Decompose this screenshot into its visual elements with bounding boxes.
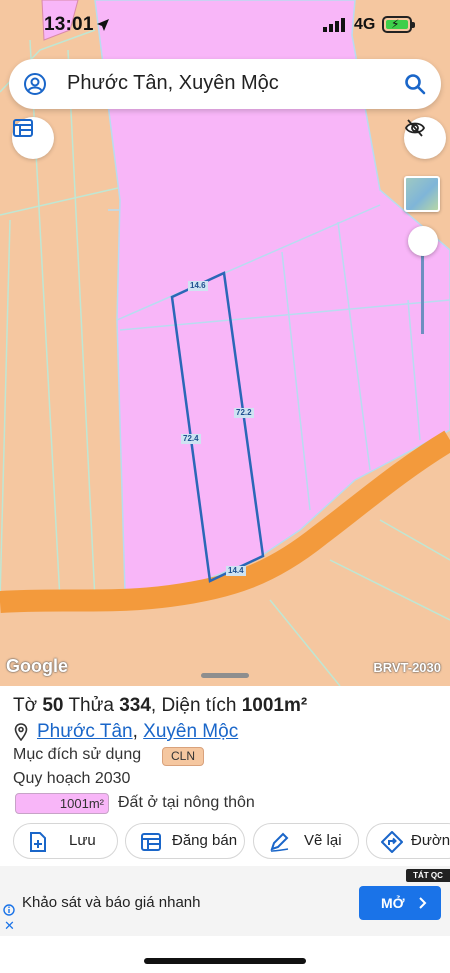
status-time: 13:01	[44, 14, 94, 35]
home-indicator	[144, 958, 306, 964]
post-listing-label: Đăng bán	[172, 832, 238, 849]
network-type: 4G	[354, 16, 376, 33]
layer-name-label: BRVT-2030	[373, 660, 441, 675]
directions-icon	[381, 831, 403, 853]
area-label: , Diện tích	[150, 695, 237, 716]
post-listing-icon	[141, 833, 161, 851]
directions-button[interactable]: Đường	[366, 823, 450, 859]
status-bar: 13:01 4G ⚡	[0, 0, 450, 54]
map-list-button[interactable]	[12, 117, 54, 159]
google-logo: Google	[6, 656, 68, 676]
ad-close-icon[interactable]: ✕	[4, 918, 15, 934]
directions-label: Đường	[411, 832, 450, 849]
save-button[interactable]: Lưu	[13, 823, 118, 859]
eye-off-icon	[404, 119, 426, 137]
action-bar: Lưu Đăng bán Vẽ lại Đường	[0, 823, 450, 863]
parcel-info-sheet[interactable]: Tờ 50 Thửa 334, Diện tích 1001m² Phước T…	[0, 673, 450, 973]
parcel-location: Phước Tân, Xuyên Mộc	[13, 721, 238, 743]
plan-land-use: Đất ở tại nông thôn	[118, 794, 255, 811]
sheet-number: 50	[42, 695, 64, 716]
land-purpose-badge: CLN	[162, 747, 205, 766]
parcel-title: Tờ 50 Thửa 334, Diện tích 1001m²	[13, 695, 307, 717]
save-button-label: Lưu	[69, 832, 96, 849]
location-arrow-icon	[97, 19, 109, 31]
opacity-slider-track[interactable]	[421, 252, 424, 334]
charging-bolt-icon: ⚡	[391, 17, 400, 31]
ad-text[interactable]: Khảo sát và báo giá nhanh	[22, 894, 200, 911]
edge-label-bottom: 14.4	[226, 566, 246, 576]
satellite-layer-thumbnail[interactable]	[404, 176, 440, 212]
search-icon[interactable]	[403, 72, 427, 96]
ad-info-icon[interactable]	[3, 904, 15, 916]
lot-label: Thửa	[68, 695, 114, 716]
save-plus-icon	[30, 832, 46, 852]
search-input[interactable]: Phước Tân, Xuyên Mộc	[67, 72, 279, 95]
hide-layer-button[interactable]	[404, 117, 446, 159]
location-separator: ,	[132, 721, 138, 742]
user-account-icon[interactable]	[23, 72, 47, 96]
ad-open-button[interactable]: MỞ	[359, 886, 441, 920]
post-listing-button[interactable]: Đăng bán	[125, 823, 245, 859]
table-grid-icon	[13, 119, 33, 137]
battery-icon: ⚡	[382, 16, 415, 33]
redraw-button[interactable]: Vẽ lại	[253, 823, 359, 859]
ad-banner[interactable]: TÁT QC Khảo sát và báo giá nhanh MỞ ✕	[0, 866, 450, 936]
redraw-icon	[270, 832, 289, 852]
ward-link[interactable]: Phước Tân	[37, 721, 133, 742]
opacity-slider-knob[interactable]	[408, 226, 438, 256]
location-pin-icon	[14, 723, 28, 741]
ad-tag: TÁT QC	[406, 869, 450, 882]
district-link[interactable]: Xuyên Mộc	[143, 721, 238, 742]
edge-label-right: 72.2	[234, 408, 254, 418]
edge-label-left: 72.4	[181, 434, 201, 444]
cellular-signal-icon	[323, 18, 345, 32]
land-purpose-label: Mục đích sử dụng	[13, 746, 142, 763]
lot-number: 334	[119, 695, 151, 716]
plan-area-chip: 1001m²	[15, 793, 109, 814]
chevron-right-icon	[419, 897, 427, 909]
parcel-area: 1001m²	[241, 695, 308, 716]
plan-label: Quy hoạch 2030	[13, 770, 131, 787]
redraw-label: Vẽ lại	[304, 832, 342, 849]
edge-label-top: 14.6	[188, 281, 208, 291]
sheet-label: Tờ	[13, 695, 38, 716]
ad-open-label: MỞ	[381, 895, 405, 911]
search-bar[interactable]: Phước Tân, Xuyên Mộc	[9, 59, 441, 109]
sheet-drag-handle[interactable]	[201, 673, 249, 678]
